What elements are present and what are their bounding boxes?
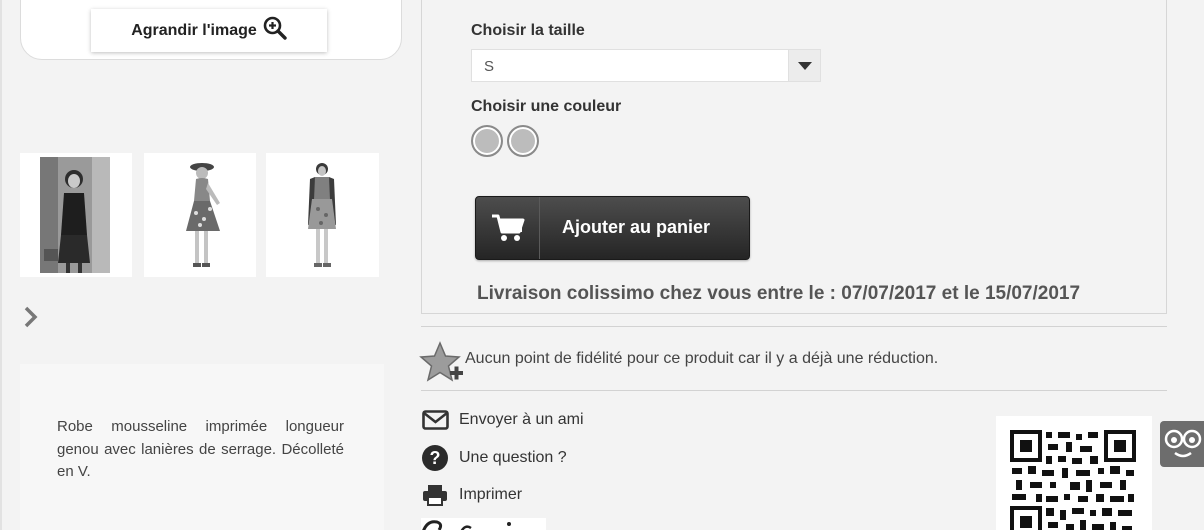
print-label: Imprimer [459, 486, 523, 503]
divider [421, 326, 1167, 327]
print-link[interactable]: Imprimer [421, 482, 522, 508]
eyes-face-icon [1164, 429, 1202, 458]
zoom-image-button[interactable]: Agrandir l'image [91, 9, 327, 52]
size-selected-value: S [484, 58, 495, 75]
color-swatch-2[interactable] [507, 125, 539, 157]
dress-photo-2 [186, 163, 220, 267]
dress-photo-3 [308, 163, 336, 267]
add-to-cart-button[interactable]: Ajouter au panier [475, 196, 750, 260]
star-plus-icon [419, 341, 465, 385]
product-options-panel [421, 0, 1167, 314]
page-left-edge [0, 0, 2, 530]
thumbnail-2[interactable] [144, 153, 256, 277]
zoom-in-icon [263, 16, 287, 45]
ask-question-label: Une question ? [459, 449, 567, 466]
send-to-friend-label: Envoyer à un ami [459, 411, 584, 428]
next-thumbnails-button[interactable] [20, 303, 42, 331]
envelope-icon [421, 407, 449, 433]
color-label: Choisir une couleur [471, 98, 622, 115]
shopping-cart-icon [476, 197, 540, 259]
size-label: Choisir la taille [471, 22, 585, 39]
size-select[interactable]: S [471, 49, 821, 82]
qr-code-icon [1010, 430, 1136, 530]
dropdown-arrow-icon [788, 50, 820, 81]
dress-photo-1 [40, 157, 110, 273]
product-description: Robe mousseline imprimée longueur genou … [57, 418, 344, 480]
delivery-estimate: Livraison colissimo chez vous entre le :… [477, 283, 1081, 304]
ask-question-link[interactable]: ? Une question ? [421, 445, 567, 471]
brand-logo-partial [421, 518, 546, 530]
printer-icon [421, 482, 449, 508]
description-panel: Robe mousseline imprimée longueur genou … [20, 364, 384, 530]
svg-text:?: ? [430, 448, 441, 468]
color-swatch-1[interactable] [471, 125, 503, 157]
accessibility-button[interactable] [1160, 421, 1204, 467]
qr-code [996, 416, 1152, 530]
chevron-right-icon [24, 306, 38, 328]
loyalty-message: Aucun point de fidélité pour ce produit … [465, 350, 939, 367]
send-to-friend-link[interactable]: Envoyer à un ami [421, 407, 584, 433]
add-to-cart-label: Ajouter au panier [562, 217, 711, 237]
thumbnail-1[interactable] [20, 153, 132, 277]
question-icon: ? [421, 445, 449, 471]
thumbnail-3[interactable] [266, 153, 379, 277]
divider [421, 390, 1167, 391]
zoom-label: Agrandir l'image [131, 21, 257, 39]
